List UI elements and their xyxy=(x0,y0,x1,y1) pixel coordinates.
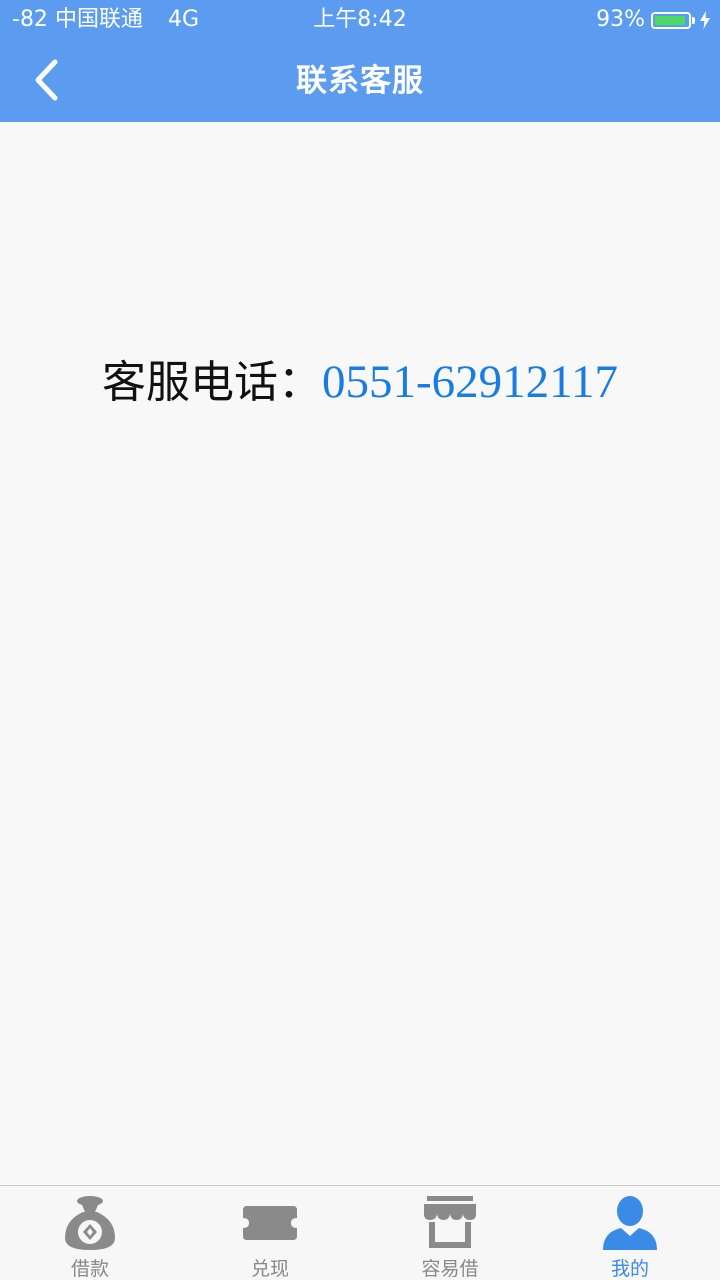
charging-bolt-icon xyxy=(700,11,710,29)
tab-bar: 借款 兑现 容易借 我的 xyxy=(0,1185,720,1280)
service-phone-row: 客服电话：0551-62912117 xyxy=(0,346,720,410)
tab-label: 借款 xyxy=(70,1258,109,1280)
user-icon xyxy=(600,1194,660,1252)
status-bar: -82 中国联通 4G 上午8:42 93% xyxy=(0,0,720,40)
tab-borrow[interactable]: 借款 xyxy=(0,1186,180,1280)
header: -82 中国联通 4G 上午8:42 93% 联系客服 xyxy=(0,0,720,122)
battery-cap xyxy=(692,16,695,24)
screen: -82 中国联通 4G 上午8:42 93% 联系客服 客服电话：0551-62… xyxy=(0,0,720,1280)
battery-fill xyxy=(655,15,685,25)
tab-easy-borrow[interactable]: 容易借 xyxy=(360,1186,540,1280)
nav-bar: 联系客服 xyxy=(0,40,720,122)
store-icon xyxy=(420,1194,480,1252)
page-title: 联系客服 xyxy=(296,63,424,99)
status-right: 93% xyxy=(596,0,710,40)
money-bag-icon xyxy=(60,1194,120,1252)
tab-label: 容易借 xyxy=(421,1258,479,1280)
service-phone-label: 客服电话： xyxy=(102,357,323,408)
tab-mine[interactable]: 我的 xyxy=(540,1186,720,1280)
tab-cashout[interactable]: 兑现 xyxy=(180,1186,360,1280)
ticket-icon xyxy=(240,1194,300,1252)
service-phone-number[interactable]: 0551-62912117 xyxy=(322,356,618,408)
tab-label: 我的 xyxy=(610,1258,649,1280)
content-area: 客服电话：0551-62912117 xyxy=(0,122,720,1185)
battery-percent: 93% xyxy=(596,7,645,32)
battery-icon xyxy=(651,11,691,29)
tab-label: 兑现 xyxy=(250,1258,289,1280)
